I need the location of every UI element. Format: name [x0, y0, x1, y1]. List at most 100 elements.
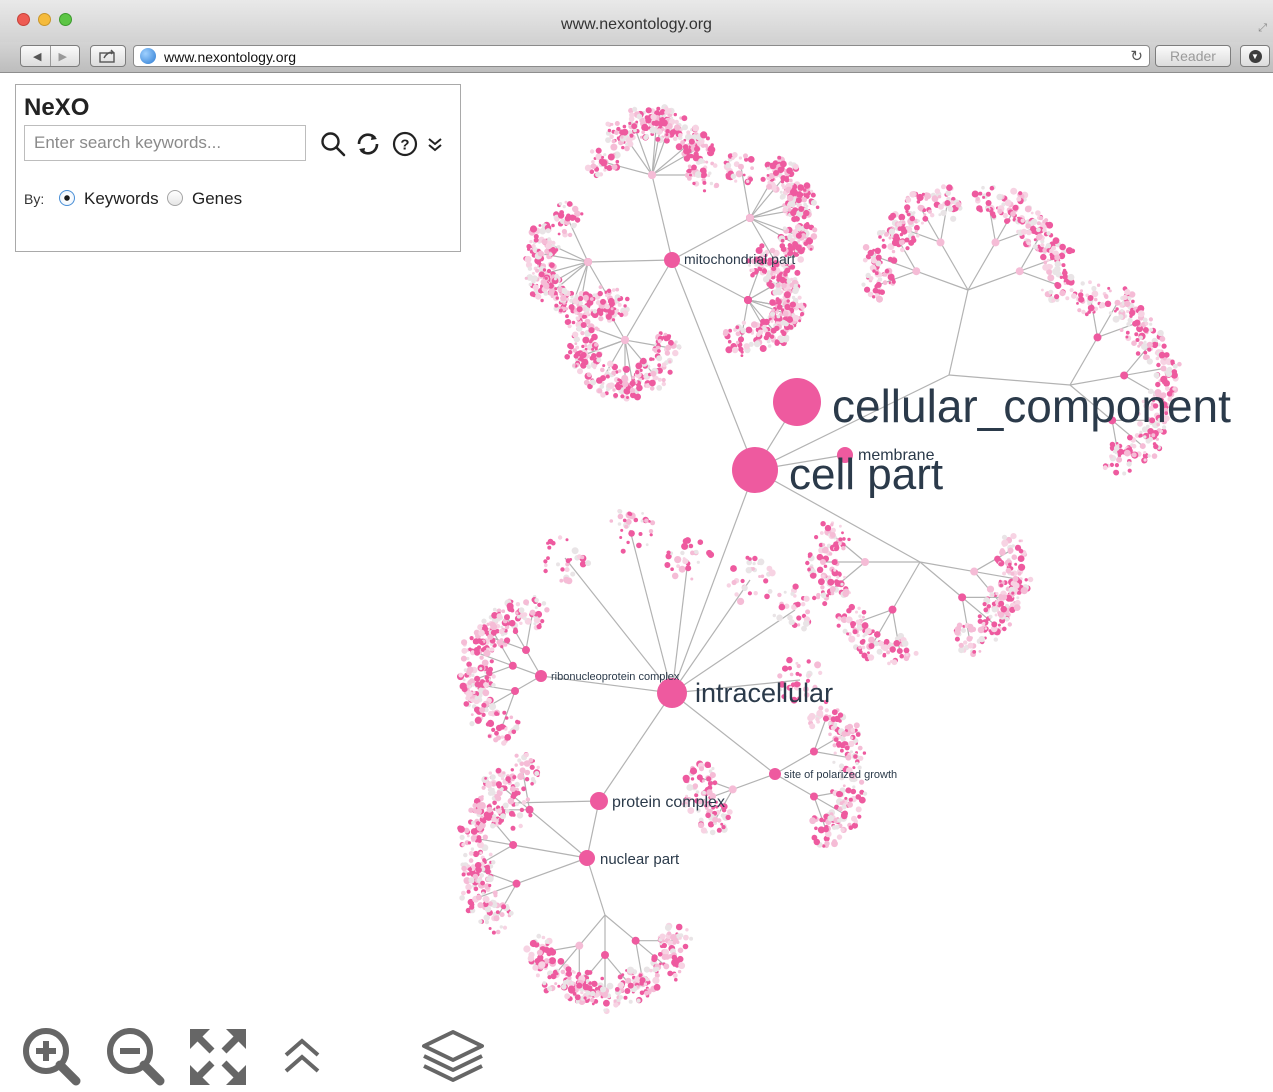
graph-node[interactable]: [525, 805, 534, 814]
graph-node[interactable]: [475, 894, 482, 901]
graph-node[interactable]: [627, 982, 634, 989]
graph-node[interactable]: [474, 675, 481, 682]
graph-node[interactable]: [829, 532, 836, 539]
graph-node[interactable]: [548, 289, 555, 296]
graph-node[interactable]: [639, 977, 646, 984]
graph-node[interactable]: [665, 344, 672, 351]
graph-node[interactable]: [985, 199, 992, 206]
node-cellular-component[interactable]: [773, 378, 821, 426]
reader-button[interactable]: Reader: [1155, 45, 1231, 67]
graph-node[interactable]: [829, 585, 836, 592]
graph-node[interactable]: [672, 937, 679, 944]
node-mitochondrial-part[interactable]: [664, 252, 680, 268]
graph-node[interactable]: [893, 233, 900, 240]
graph-node[interactable]: [792, 241, 799, 247]
graph-node[interactable]: [580, 321, 587, 328]
graph-node[interactable]: [1132, 320, 1139, 327]
graph-node[interactable]: [666, 123, 673, 130]
graph-node[interactable]: [888, 605, 897, 614]
graph-node[interactable]: [798, 205, 805, 212]
forward-icon[interactable]: ▶: [59, 50, 67, 63]
graph-node[interactable]: [712, 816, 719, 823]
label-intracellular[interactable]: intracellular: [695, 678, 833, 708]
downloads-button[interactable]: ▼: [1240, 45, 1270, 67]
graph-node[interactable]: [1160, 365, 1167, 372]
url-text[interactable]: www.nexontology.org: [164, 49, 296, 65]
share-button[interactable]: [90, 45, 126, 67]
graph-node[interactable]: [773, 169, 779, 176]
graph-node[interactable]: [944, 199, 951, 206]
node-ribonucleoprotein-complex[interactable]: [535, 670, 547, 682]
graph-node[interactable]: [475, 866, 482, 873]
graph-node[interactable]: [936, 238, 945, 247]
graph-node[interactable]: [1093, 333, 1102, 342]
graph-node[interactable]: [495, 781, 502, 788]
graph-node[interactable]: [541, 238, 548, 245]
chevron-double-down-icon[interactable]: [425, 131, 445, 157]
graph-node[interactable]: [1116, 456, 1123, 463]
graph-node[interactable]: [650, 370, 657, 377]
graph-node[interactable]: [728, 785, 737, 794]
graph-node[interactable]: [1036, 233, 1043, 240]
graph-node[interactable]: [1012, 575, 1019, 582]
fit-to-screen-icon[interactable]: [186, 1025, 250, 1089]
graph-node[interactable]: [504, 614, 510, 621]
graph-node[interactable]: [795, 197, 802, 204]
graph-node[interactable]: [912, 267, 921, 276]
collapse-up-icon[interactable]: [282, 1035, 322, 1079]
graph-node[interactable]: [845, 754, 852, 761]
graph-node[interactable]: [1012, 204, 1019, 211]
search-input[interactable]: [24, 125, 306, 161]
graph-node[interactable]: [991, 621, 998, 628]
graph-node[interactable]: [822, 715, 829, 722]
graph-node[interactable]: [511, 687, 520, 695]
graph-node[interactable]: [1015, 267, 1024, 276]
graph-node[interactable]: [782, 310, 789, 317]
graph-node[interactable]: [600, 375, 606, 382]
label-cell-part[interactable]: cell part: [789, 450, 943, 499]
graph-node[interactable]: [746, 214, 754, 222]
node-protein-complex[interactable]: [590, 792, 608, 810]
graph-node[interactable]: [522, 646, 530, 655]
genes-radio[interactable]: [167, 190, 183, 206]
graph-node[interactable]: [576, 982, 583, 989]
graph-node[interactable]: [487, 634, 494, 641]
graph-node[interactable]: [765, 331, 771, 338]
graph-node[interactable]: [845, 787, 852, 794]
graph-node[interactable]: [568, 304, 575, 311]
graph-node[interactable]: [609, 300, 615, 307]
graph-node[interactable]: [508, 661, 517, 670]
graph-node[interactable]: [850, 620, 857, 627]
graph-node[interactable]: [820, 559, 826, 565]
graph-node[interactable]: [744, 296, 752, 304]
graph-node[interactable]: [809, 792, 818, 801]
graph-node[interactable]: [493, 915, 500, 922]
graph-node[interactable]: [991, 238, 1000, 247]
graph-node[interactable]: [564, 215, 571, 222]
graph-node[interactable]: [619, 129, 626, 136]
graph-node[interactable]: [479, 707, 486, 713]
graph-node[interactable]: [543, 283, 550, 289]
graph-node[interactable]: [1007, 547, 1014, 554]
help-icon[interactable]: ?: [391, 131, 419, 157]
graph-node[interactable]: [738, 336, 745, 343]
graph-node[interactable]: [512, 879, 521, 888]
graph-node[interactable]: [631, 936, 640, 945]
graph-node[interactable]: [966, 635, 973, 642]
graph-node[interactable]: [998, 600, 1005, 607]
graph-node[interactable]: [519, 767, 526, 774]
graph-node[interactable]: [875, 281, 882, 288]
graph-node[interactable]: [509, 840, 518, 849]
graph-node[interactable]: [1054, 281, 1061, 288]
graph-node[interactable]: [663, 963, 670, 970]
graph-node[interactable]: [899, 225, 906, 232]
graph-node[interactable]: [822, 826, 829, 833]
graph-node[interactable]: [795, 232, 802, 239]
graph-node[interactable]: [958, 593, 967, 602]
keywords-radio-label[interactable]: Keywords: [84, 189, 159, 209]
zoom-out-icon[interactable]: [104, 1025, 168, 1089]
graph-node[interactable]: [538, 271, 545, 278]
node-nuclear-part[interactable]: [579, 850, 595, 866]
graph-node[interactable]: [536, 949, 543, 956]
back-forward-buttons[interactable]: ◀ ▶: [20, 45, 80, 67]
